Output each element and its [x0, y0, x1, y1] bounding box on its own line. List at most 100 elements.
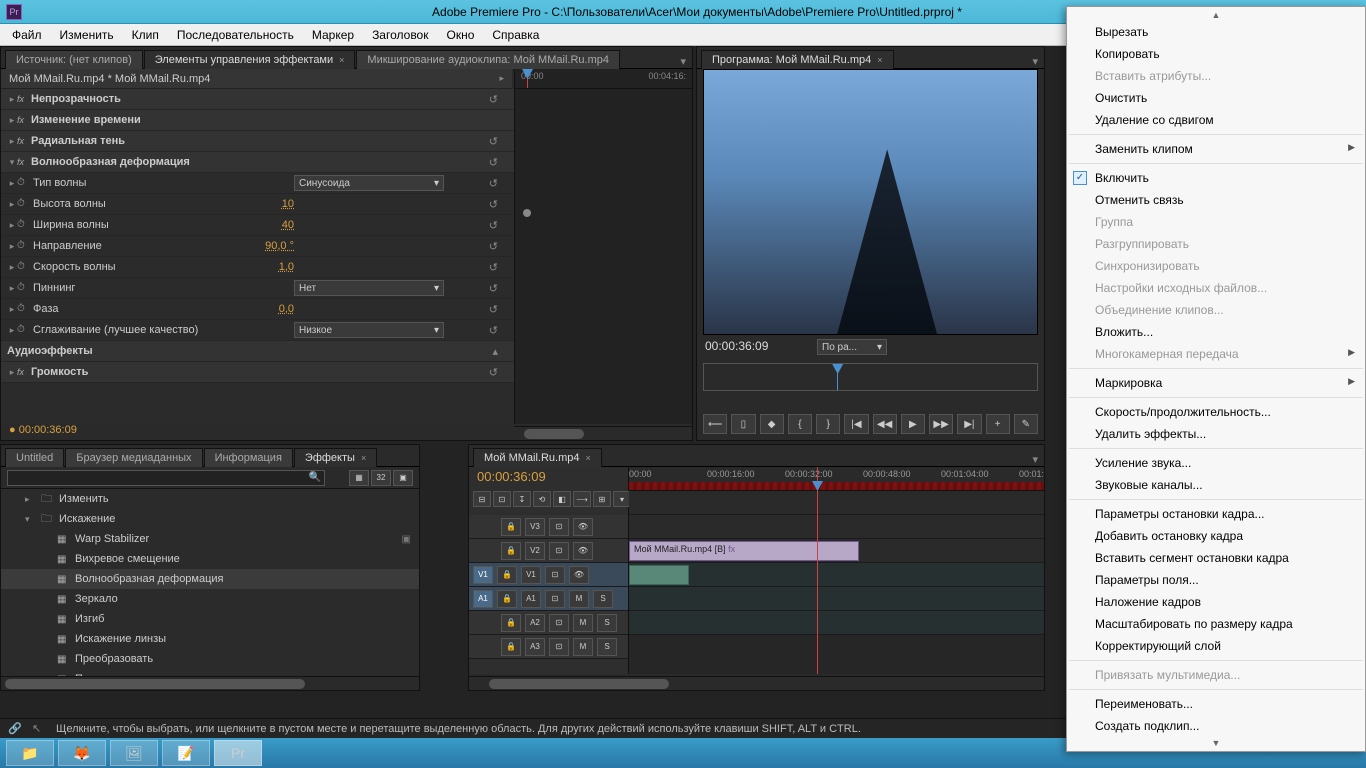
stopwatch-icon[interactable]: ⏱ — [17, 261, 29, 273]
tl-head-button[interactable]: ⟲ — [533, 491, 551, 507]
menu-item[interactable]: Корректирующий слой — [1067, 635, 1365, 657]
effect-group[interactable]: Аудиоэффекты▴ — [1, 341, 514, 362]
lock-icon[interactable]: 🔒 — [501, 614, 521, 632]
panel-menu-icon[interactable]: ▾ — [1032, 453, 1038, 466]
param-dropdown[interactable]: Синусоида▾ — [294, 175, 444, 191]
taskbar-button[interactable]: 🦊 — [58, 740, 106, 766]
fx-badge[interactable]: fx — [17, 115, 31, 125]
tl-head-button[interactable]: ⟶ — [573, 491, 591, 507]
menu-Маркер[interactable]: Маркер — [304, 26, 362, 44]
param-value[interactable]: 1,0 — [279, 261, 294, 273]
twirl-icon[interactable]: ▾ — [7, 157, 17, 168]
timeline-ruler[interactable]: 00:0000:00:16:0000:00:32:0000:00:48:0000… — [629, 467, 1044, 491]
menu-item[interactable]: Масштабировать по размеру кадра — [1067, 613, 1365, 635]
sync-lock-icon[interactable]: ⊡ — [545, 566, 565, 584]
mute-button[interactable]: M — [573, 638, 593, 656]
menu-item[interactable]: Вставить сегмент остановки кадра — [1067, 547, 1365, 569]
menu-item[interactable]: Копировать — [1067, 43, 1365, 65]
close-icon[interactable]: × — [361, 453, 366, 463]
menu-item[interactable]: Вложить... — [1067, 321, 1365, 343]
track-header[interactable]: 🔒A3⊡MS — [469, 635, 628, 659]
menu-item[interactable]: Усиление звука... — [1067, 452, 1365, 474]
collapse-icon[interactable]: ▴ — [492, 345, 498, 358]
transport-button-3[interactable]: { — [788, 414, 812, 434]
reset-icon[interactable]: ↺ — [489, 135, 498, 148]
menu-Окно[interactable]: Окно — [438, 26, 482, 44]
stopwatch-icon[interactable]: ⏱ — [17, 198, 29, 210]
solo-button[interactable]: S — [597, 638, 617, 656]
tab-Эффекты[interactable]: Эффекты× — [294, 448, 377, 467]
menu-item[interactable]: Наложение кадров — [1067, 591, 1365, 613]
effects-scrollbar[interactable] — [1, 676, 419, 690]
menu-Справка[interactable]: Справка — [484, 26, 547, 44]
sync-lock-icon[interactable]: ⊡ — [549, 542, 569, 560]
stopwatch-icon[interactable]: ⏱ — [17, 324, 29, 336]
effect-playhead[interactable] — [527, 69, 528, 88]
track-label[interactable]: V2 — [525, 542, 545, 560]
track-label[interactable]: V1 — [521, 566, 541, 584]
tree-item[interactable]: ▦Преобразовать — [1, 649, 419, 669]
taskbar-button[interactable]: 📁 — [6, 740, 54, 766]
transport-button-8[interactable]: ▶▶ — [929, 414, 953, 434]
program-scrubber[interactable] — [703, 363, 1038, 391]
tree-item[interactable]: ▾🗀Искажение — [1, 509, 419, 529]
lock-icon[interactable]: 🔒 — [497, 566, 517, 584]
tab[interactable]: Элементы управления эффектами× — [144, 50, 356, 69]
reset-icon[interactable]: ↺ — [489, 261, 498, 274]
menu-item[interactable]: Удалить эффекты... — [1067, 423, 1365, 445]
menu-Заголовок[interactable]: Заголовок — [364, 26, 436, 44]
tree-item[interactable]: ▦Warp Stabilizer▣ — [1, 529, 419, 549]
taskbar-button[interactable]: Pr — [214, 740, 262, 766]
track-lane[interactable] — [629, 611, 1044, 635]
tl-head-button[interactable]: ↧ — [513, 491, 531, 507]
fx-badge[interactable]: fx — [17, 136, 31, 146]
program-tab[interactable]: Программа: Мой MMail.Ru.mp4× — [701, 50, 894, 69]
clip[interactable] — [629, 565, 689, 585]
track-label[interactable]: A1 — [521, 590, 541, 608]
sync-lock-icon[interactable]: ⊡ — [549, 638, 569, 656]
track-label[interactable]: A3 — [525, 638, 545, 656]
transport-button-6[interactable]: ◀◀ — [873, 414, 897, 434]
panel-menu-icon[interactable]: ▾ — [1032, 55, 1038, 68]
tab-Информация[interactable]: Информация — [204, 448, 293, 467]
menu-item[interactable]: Включить✓ — [1067, 167, 1365, 189]
reset-icon[interactable]: ↺ — [489, 366, 498, 379]
twirl-icon[interactable]: ▸ — [7, 304, 17, 315]
lock-icon[interactable]: 🔒 — [497, 590, 517, 608]
twirl-icon[interactable]: ▸ — [7, 241, 17, 252]
param-dropdown[interactable]: Нет▾ — [294, 280, 444, 296]
track-label[interactable]: V3 — [525, 518, 545, 536]
timeline-timecode[interactable]: 00:00:36:09 — [477, 469, 546, 484]
reset-icon[interactable]: ↺ — [489, 93, 498, 106]
twirl-icon[interactable]: ▸ — [7, 136, 17, 147]
menu-item[interactable]: Очистить — [1067, 87, 1365, 109]
param-value[interactable]: 40 — [282, 219, 294, 231]
program-playhead[interactable] — [837, 364, 838, 390]
twirl-icon[interactable]: ▸ — [7, 262, 17, 273]
twirl-icon[interactable]: ▸ — [7, 178, 17, 189]
eye-icon[interactable]: 👁 — [569, 566, 589, 584]
twirl-icon[interactable]: ▸ — [7, 220, 17, 231]
solo-button[interactable]: S — [593, 590, 613, 608]
tree-item[interactable]: ▦Вихревое смещение — [1, 549, 419, 569]
close-icon[interactable]: × — [877, 55, 882, 65]
transport-button-0[interactable]: ⟵ — [703, 414, 727, 434]
mute-button[interactable]: M — [569, 590, 589, 608]
param-dropdown[interactable]: Низкое▾ — [294, 322, 444, 338]
effect-param[interactable]: ▸⏱Направление90,0 °↺ — [1, 236, 514, 257]
transport-button-9[interactable]: ▶| — [957, 414, 981, 434]
menu-item[interactable]: Удаление со сдвигом — [1067, 109, 1365, 131]
param-value[interactable]: 10 — [282, 198, 294, 210]
reset-icon[interactable]: ↺ — [489, 303, 498, 316]
reset-icon[interactable]: ↺ — [489, 282, 498, 295]
tree-item[interactable]: ▦Зеркало — [1, 589, 419, 609]
clip[interactable]: Мой MMail.Ru.mp4 [В] fx — [629, 541, 859, 561]
reset-icon[interactable]: ↺ — [489, 198, 498, 211]
menu-Изменить[interactable]: Изменить — [52, 26, 122, 44]
transport-button-2[interactable]: ◆ — [760, 414, 784, 434]
effect-param[interactable]: ▸⏱Фаза0,0↺ — [1, 299, 514, 320]
fit-dropdown[interactable]: По ра...▾ — [817, 339, 887, 355]
view-button[interactable]: ▦ — [349, 470, 369, 486]
reset-icon[interactable]: ↺ — [489, 219, 498, 232]
program-canvas[interactable] — [703, 69, 1038, 335]
